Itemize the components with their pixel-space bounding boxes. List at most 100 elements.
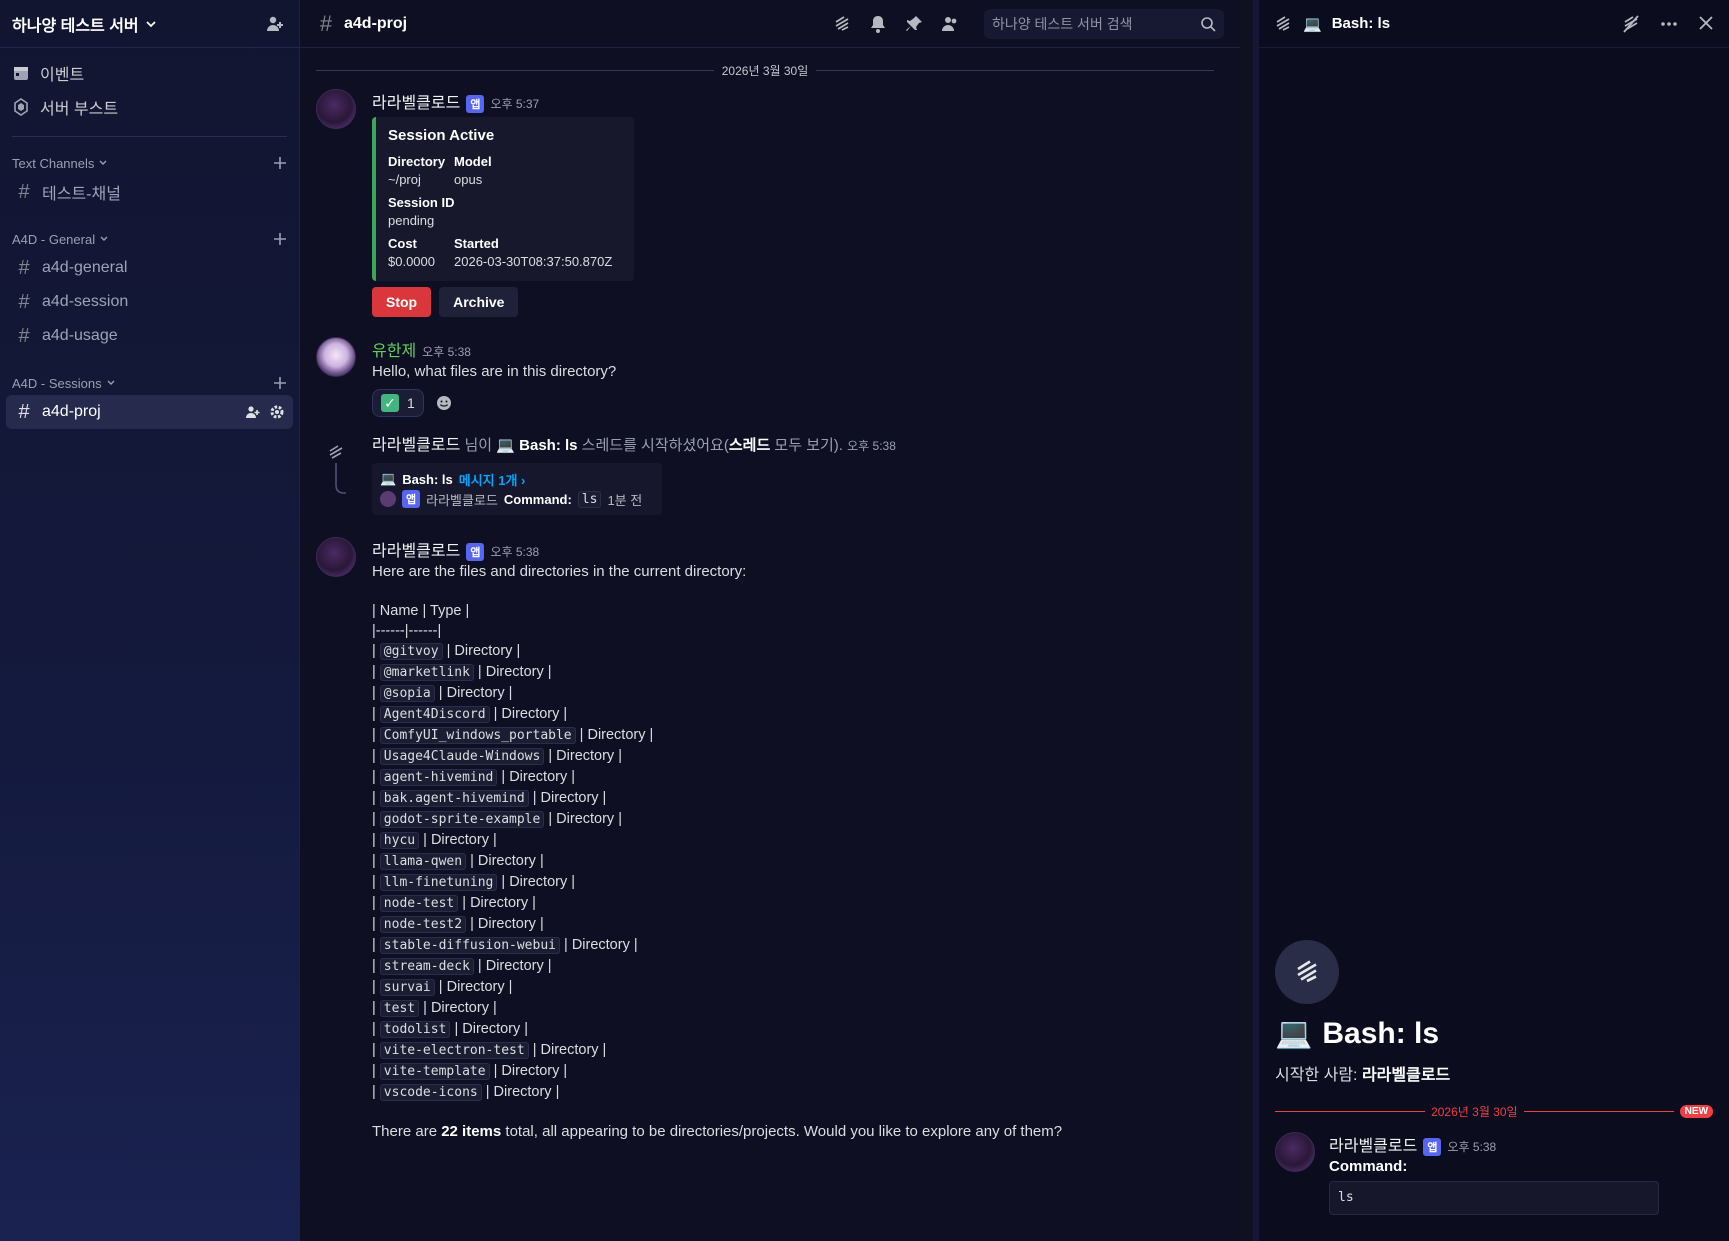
calendar-icon (12, 64, 30, 82)
table-row: | vscode-icons | Directory | (372, 1082, 1214, 1103)
file-name: Agent4Discord (379, 706, 490, 723)
search-input[interactable]: 하나양 테스트 서버 검색 (984, 8, 1224, 39)
avatar[interactable] (1275, 1132, 1315, 1172)
field-value: 2026-03-30T08:37:50.870Z (454, 254, 613, 269)
gear-icon[interactable] (269, 404, 285, 420)
file-type: | Directory | (528, 790, 607, 806)
summary-text: There are 22 items total, all appearing … (372, 1121, 1214, 1143)
category-a4d-sessions[interactable]: A4D - Sessions (0, 371, 299, 395)
laptop-icon: 💻 (380, 471, 397, 486)
avatar[interactable] (316, 89, 356, 129)
author-name: 라라벨클로드 (426, 492, 498, 508)
thread-title: Bash: ls (402, 471, 453, 487)
table-row: | vite-template | Directory | (372, 1061, 1214, 1082)
bell-icon[interactable] (868, 14, 888, 34)
file-type-label: Directory (540, 790, 599, 806)
checkmark-icon: ✓ (381, 394, 399, 412)
pipe: | (372, 1084, 380, 1100)
message: 유한제 오후 5:38 Hello, what files are in thi… (316, 337, 1214, 417)
author-name[interactable]: 유한제 (372, 337, 416, 361)
author-name[interactable]: 라라벨클로드 (372, 89, 460, 113)
thread-panel-header: 💻 Bash: ls (1259, 0, 1729, 48)
reaction-check[interactable]: ✓ 1 (372, 389, 424, 417)
threads-icon[interactable] (832, 14, 852, 34)
avatar[interactable] (316, 337, 356, 377)
file-type: | Directory | (544, 811, 622, 827)
message-list: 2026년 3월 30일 라라벨클로드 앱 오후 5:37 Session Ac… (300, 48, 1230, 1241)
thread-link[interactable]: Bash: ls (519, 437, 577, 454)
channel-header: # a4d-proj 하나양 테스트 서버 검색 (300, 0, 1240, 48)
table-row: | node-test | Directory | (372, 893, 1214, 914)
more-options-icon[interactable] (1659, 14, 1679, 34)
invite-icon[interactable] (245, 404, 261, 420)
author-name[interactable]: 라라벨클로드 (372, 437, 460, 454)
close-icon[interactable] (1697, 14, 1715, 34)
author-name[interactable]: 라라벨클로드 (1329, 1132, 1417, 1156)
file-name: survai (379, 979, 435, 996)
author-name[interactable]: 라라벨클로드 (372, 537, 460, 561)
category-a4d-general[interactable]: A4D - General (0, 227, 299, 251)
table-row: | agent-hivemind | Directory | (372, 767, 1214, 788)
pipe: | (372, 853, 380, 869)
file-type-label: Directory (501, 706, 560, 722)
avatar[interactable] (316, 537, 356, 577)
pipe: | (372, 769, 380, 785)
pipe: | (372, 1021, 380, 1037)
mute-thread-icon[interactable] (1621, 14, 1641, 34)
timestamp: 오후 5:38 (490, 545, 540, 559)
channel-label: a4d-usage (42, 327, 118, 344)
channel-a4d-general[interactable]: # a4d-general (6, 251, 293, 285)
thread-message: 라라벨클로드 앱 오후 5:38 Command: ls (1275, 1132, 1713, 1215)
file-type: | Directory | (497, 874, 576, 890)
file-name: Usage4Claude-Windows (379, 748, 545, 765)
table-row: | test | Directory | (372, 998, 1214, 1019)
chevron-down-icon (98, 158, 108, 168)
chevron-down-icon (145, 18, 157, 30)
table-row: | godot-sprite-example | Directory | (372, 809, 1214, 830)
hash-icon: # (18, 324, 30, 347)
table-rule: |------|------| (372, 623, 442, 639)
add-channel-icon[interactable] (273, 376, 287, 390)
message-count-link[interactable]: 메시지 1개 › (459, 470, 526, 489)
timestamp: 오후 5:37 (490, 97, 540, 111)
channel-test[interactable]: # 테스트-채널 (6, 175, 293, 209)
file-type-label: Directory (485, 958, 544, 974)
timestamp: 오후 5:38 (847, 439, 896, 453)
see-all-threads-link[interactable]: 스레드 (729, 437, 770, 454)
table-row: | Usage4Claude-Windows | Directory | (372, 746, 1214, 767)
add-channel-icon[interactable] (273, 232, 287, 246)
file-type-label: Directory (446, 979, 505, 995)
server-header[interactable]: 하나양 테스트 서버 (0, 0, 299, 48)
add-reaction-icon[interactable] (430, 389, 458, 417)
message-text: Hello, what files are in this directory? (372, 363, 617, 380)
started-by-name[interactable]: 라라벨클로드 (1362, 1067, 1450, 1084)
table-row: | node-test2 | Directory | (372, 914, 1214, 935)
server-boost-item[interactable]: 서버 부스트 (0, 90, 299, 124)
field-value: pending (388, 213, 435, 228)
search-icon (1200, 16, 1216, 32)
file-name: todolist (379, 1021, 451, 1038)
thread-hero: 💻 Bash: ls 시작한 사람: 라라벨클로드 2026년 3월 30일 N… (1275, 940, 1714, 1215)
table-row: | ComfyUI_windows_portable | Directory | (372, 725, 1214, 746)
channel-a4d-session[interactable]: # a4d-session (6, 285, 293, 319)
file-name: llm-finetuning (379, 874, 498, 891)
file-name: test (379, 1000, 420, 1017)
file-name: @sopia (379, 685, 435, 702)
members-icon[interactable] (940, 14, 960, 34)
app-badge: 앱 (466, 95, 485, 113)
command-label: Command: (503, 491, 572, 507)
archive-button[interactable]: Archive (439, 287, 519, 317)
events-item[interactable]: 이벤트 (0, 56, 299, 90)
search-placeholder: 하나양 테스트 서버 검색 (992, 15, 1133, 32)
stop-button[interactable]: Stop (372, 287, 432, 317)
channel-a4d-usage[interactable]: # a4d-usage (6, 319, 293, 353)
category-text-channels[interactable]: Text Channels (0, 151, 299, 175)
field-value: opus (454, 172, 483, 187)
server-name[interactable]: 하나양 테스트 서버 (12, 12, 157, 36)
thread-preview-card[interactable]: 💻 Bash: ls 메시지 1개 › 앱 라라벨클로드 Command: ls… (372, 463, 662, 515)
channel-a4d-proj[interactable]: # a4d-proj (6, 395, 293, 429)
chevron-down-icon (99, 234, 109, 244)
invite-people-icon[interactable] (263, 12, 287, 36)
pin-icon[interactable] (904, 14, 924, 34)
add-channel-icon[interactable] (273, 156, 287, 170)
